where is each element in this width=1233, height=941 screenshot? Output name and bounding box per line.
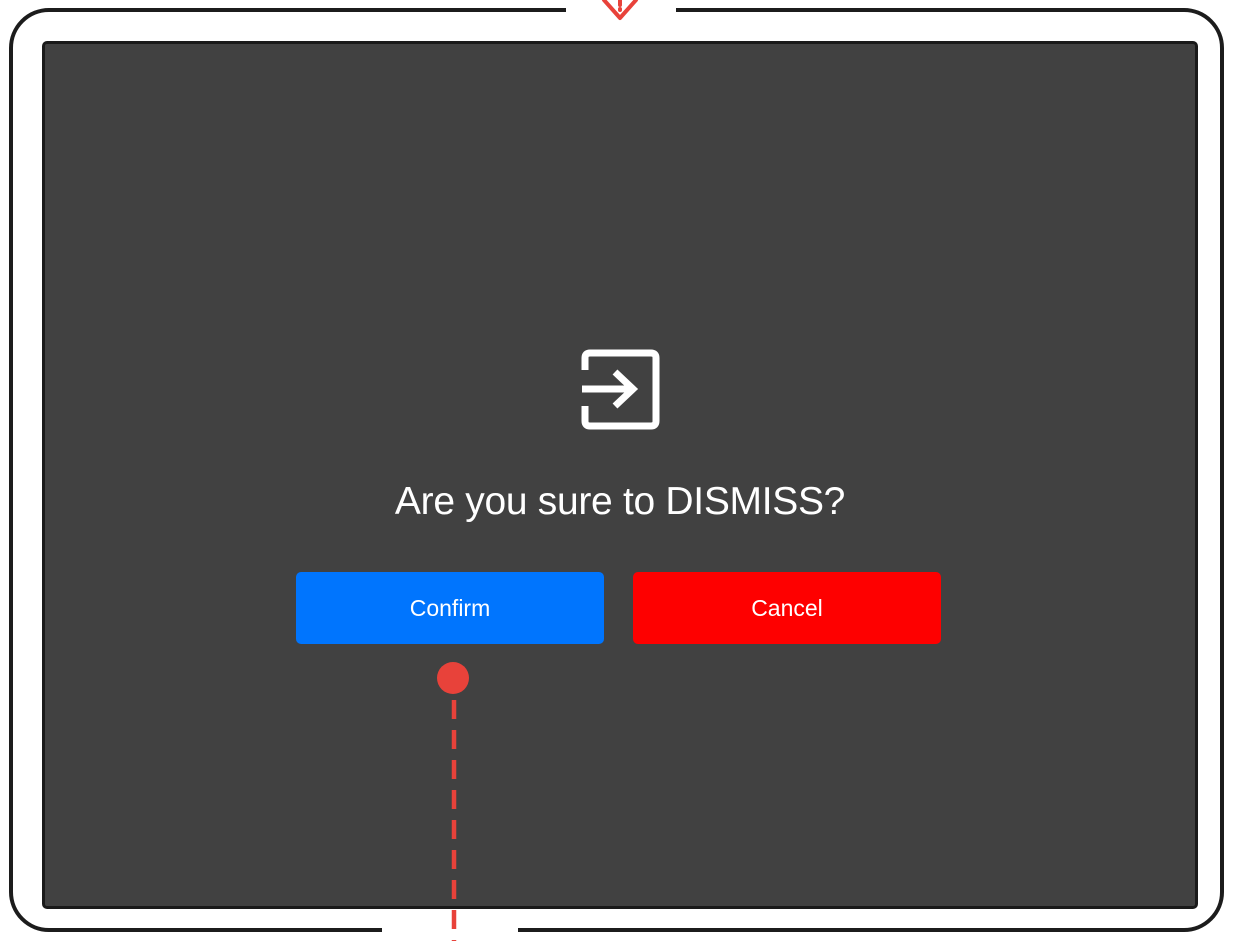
frame-gap-bottom: [382, 920, 518, 941]
dialog-message: Are you sure to DISMISS?: [394, 480, 846, 523]
sign-in-arrow-icon: [581, 349, 660, 430]
confirm-button[interactable]: Confirm: [296, 572, 604, 644]
confirm-button-label: Confirm: [409, 594, 491, 621]
cancel-button-label: Cancel: [751, 594, 823, 621]
cancel-button[interactable]: Cancel: [633, 572, 941, 644]
device-stage: Are you sure to DISMISS? Confirm Cancel: [0, 0, 1233, 941]
device-screen: [42, 41, 1198, 909]
frame-gap-top: [566, 0, 676, 20]
